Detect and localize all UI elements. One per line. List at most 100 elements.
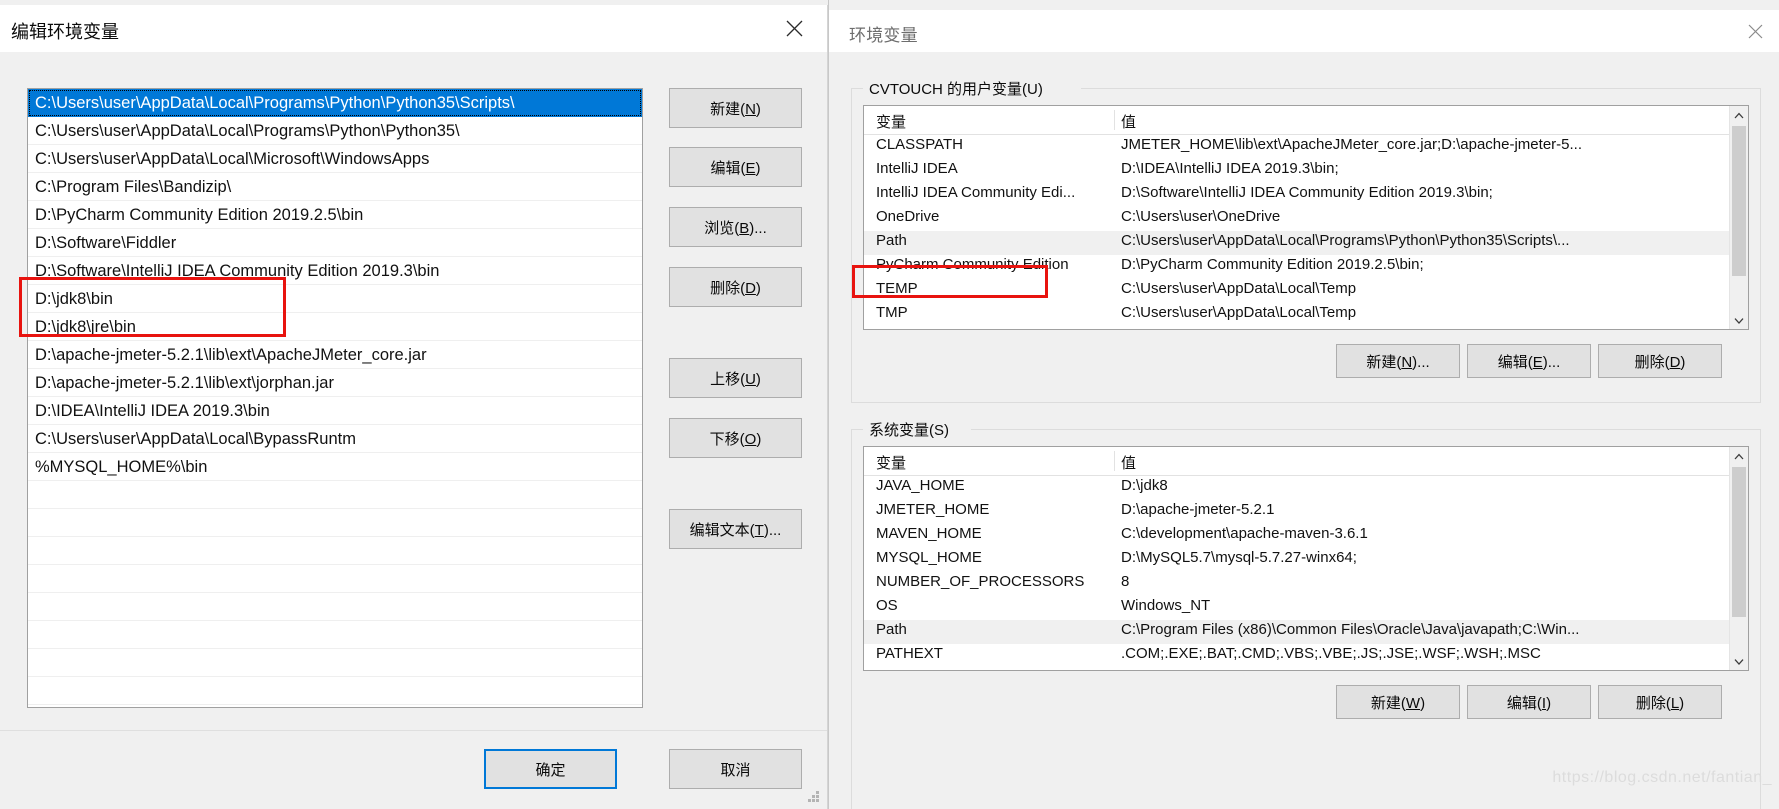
close-icon[interactable]: [1730, 10, 1779, 52]
table-row[interactable]: TMP C:\Users\user\AppData\Local\Temp: [864, 303, 1748, 327]
list-item[interactable]: D:\IDEA\IntelliJ IDEA 2019.3\bin: [28, 397, 642, 425]
system-delete-button-label: 删除(L): [1635, 694, 1685, 712]
edit-window-title: 编辑环境变量: [11, 22, 119, 42]
browse-button-label: 浏览(B)...: [704, 219, 767, 237]
table-row[interactable]: IntelliJ IDEA Community Edi... D:\Softwar…: [864, 183, 1748, 207]
system-delete-button[interactable]: 删除(L): [1598, 685, 1722, 719]
system-variable-name: NUMBER_OF_PROCESSORS: [876, 573, 1085, 590]
close-icon[interactable]: [771, 9, 817, 47]
user-variable-value: C:\Users\user\AppData\Local\Temp: [1121, 280, 1357, 297]
browse-button[interactable]: 浏览(B)...: [669, 207, 802, 247]
system-variable-value: .COM;.EXE;.BAT;.CMD;.VBS;.VBE;.JS;.JSE;.…: [1121, 645, 1541, 662]
list-item[interactable]: D:\apache-jmeter-5.2.1\lib\ext\ApacheJMe…: [28, 341, 642, 369]
system-variable-value: D:\jdk8: [1121, 477, 1168, 494]
system-variables-rows: JAVA_HOME D:\jdk8 JMETER_HOME D:\apache-jme…: [864, 476, 1748, 668]
list-item[interactable]: C:\Users\user\AppData\Local\Programs\Pyt…: [28, 89, 642, 117]
path-entries-list[interactable]: C:\Users\user\AppData\Local\Programs\Pyt…: [27, 88, 643, 708]
table-row[interactable]: OS Windows_NT: [864, 596, 1748, 620]
chevron-up-icon[interactable]: [1730, 447, 1748, 465]
delete-button-label: 删除(D): [710, 279, 761, 297]
table-row[interactable]: Path C:\Program Files (x86)\Common Files\…: [864, 620, 1748, 644]
system-col-variable[interactable]: 变量: [876, 452, 906, 473]
list-item[interactable]: C:\Users\user\AppData\Local\Programs\Pyt…: [28, 117, 642, 145]
list-item[interactable]: D:\jdk8\bin: [28, 285, 642, 313]
user-edit-button[interactable]: 编辑(E)...: [1467, 344, 1591, 378]
chevron-up-icon[interactable]: [1730, 106, 1748, 124]
list-item-empty[interactable]: [28, 509, 642, 537]
system-new-button[interactable]: 新建(W): [1336, 685, 1460, 719]
user-variables-table[interactable]: 变量 值 CLASSPATH JMETER_HOME\lib\ext\Apache…: [863, 105, 1749, 330]
system-variable-value: C:\development\apache-maven-3.6.1: [1121, 525, 1368, 542]
edit-text-button[interactable]: 编辑文本(T)...: [669, 509, 802, 549]
system-variable-value: D:\MySQL5.7\mysql-5.7.27-winx64;: [1121, 549, 1357, 566]
system-edit-button[interactable]: 编辑(I): [1467, 685, 1591, 719]
user-variables-table-header: 变量 值: [864, 106, 1748, 135]
system-edit-button-label: 编辑(I): [1506, 694, 1552, 712]
table-row[interactable]: JAVA_HOME D:\jdk8: [864, 476, 1748, 500]
list-item[interactable]: D:\PyCharm Community Edition 2019.2.5\bi…: [28, 201, 642, 229]
user-new-button[interactable]: 新建(N)...: [1336, 344, 1460, 378]
list-item[interactable]: D:\Software\Fiddler: [28, 229, 642, 257]
table-row[interactable]: IntelliJ IDEA D:\IDEA\IntelliJ IDEA 2019.…: [864, 159, 1748, 183]
table-row[interactable]: JMETER_HOME D:\apache-jmeter-5.2.1: [864, 500, 1748, 524]
user-variable-value: C:\Users\user\OneDrive: [1121, 208, 1281, 225]
cancel-button[interactable]: 取消: [669, 749, 802, 789]
list-item[interactable]: C:\Users\user\AppData\Local\BypassRuntm: [28, 425, 642, 453]
system-variable-value: C:\Program Files (x86)\Common Files\Orac…: [1121, 621, 1580, 638]
list-item[interactable]: D:\apache-jmeter-5.2.1\lib\ext\jorphan.j…: [28, 369, 642, 397]
table-row[interactable]: OneDrive C:\Users\user\OneDrive: [864, 207, 1748, 231]
table-row[interactable]: NUMBER_OF_PROCESSORS 8: [864, 572, 1748, 596]
table-row[interactable]: Path C:\Users\user\AppData\Local\Programs…: [864, 231, 1748, 255]
delete-button[interactable]: 删除(D): [669, 267, 802, 307]
system-scrollbar-thumb[interactable]: [1732, 467, 1746, 617]
system-col-value[interactable]: 值: [1121, 452, 1136, 473]
user-variables-group-label: CVTOUCH 的用户变量(U): [863, 78, 1049, 99]
system-variable-value: D:\apache-jmeter-5.2.1: [1121, 501, 1275, 518]
system-variable-name: OS: [876, 597, 898, 614]
table-row[interactable]: MAVEN_HOME C:\development\apache-maven-3.…: [864, 524, 1748, 548]
edit-titlebar: 编辑环境变量: [0, 5, 827, 52]
move-up-button[interactable]: 上移(U): [669, 358, 802, 398]
resize-grip[interactable]: [808, 791, 820, 803]
list-item[interactable]: C:\Program Files\Bandizip\: [28, 173, 642, 201]
user-variable-value: D:\PyCharm Community Edition 2019.2.5\bi…: [1121, 256, 1424, 273]
system-variables-table[interactable]: 变量 值 JAVA_HOME D:\jdk8 JMETER_HOME D:\apach…: [863, 446, 1749, 671]
table-row[interactable]: CLASSPATH JMETER_HOME\lib\ext\ApacheJMete…: [864, 135, 1748, 159]
env-window-body: CVTOUCH 的用户变量(U) 变量 值 CLASSPATH JMETER_HO…: [829, 52, 1779, 809]
new-button[interactable]: 新建(N): [669, 88, 802, 128]
list-item[interactable]: %MYSQL_HOME%\bin: [28, 453, 642, 481]
list-item[interactable]: C:\Users\user\AppData\Local\Microsoft\Wi…: [28, 145, 642, 173]
user-variable-name: PyCharm Community Edition: [876, 256, 1069, 273]
user-variables-group: CVTOUCH 的用户变量(U) 变量 值 CLASSPATH JMETER_HO…: [851, 78, 1761, 403]
chevron-down-icon[interactable]: [1730, 311, 1748, 329]
edit-button-label: 编辑(E): [710, 159, 761, 177]
list-item-empty[interactable]: [28, 537, 642, 565]
user-variables-scrollbar[interactable]: [1729, 106, 1748, 329]
user-variable-name: Path: [876, 232, 907, 249]
user-col-value[interactable]: 值: [1121, 111, 1136, 132]
list-item-empty[interactable]: [28, 621, 642, 649]
list-item-empty[interactable]: [28, 649, 642, 677]
table-row[interactable]: PyCharm Community Edition D:\PyCharm Comm…: [864, 255, 1748, 279]
table-row[interactable]: MYSQL_HOME D:\MySQL5.7\mysql-5.7.27-winx6…: [864, 548, 1748, 572]
list-item[interactable]: D:\jdk8\jre\bin: [28, 313, 642, 341]
system-new-button-label: 新建(W): [1370, 694, 1426, 712]
user-col-variable[interactable]: 变量: [876, 111, 906, 132]
list-item-empty[interactable]: [28, 565, 642, 593]
edit-text-button-label: 编辑文本(T)...: [689, 521, 782, 539]
user-delete-button[interactable]: 删除(D): [1598, 344, 1722, 378]
chevron-down-icon[interactable]: [1730, 652, 1748, 670]
system-variable-value: 8: [1121, 573, 1130, 590]
ok-button[interactable]: 确定: [484, 749, 617, 789]
move-down-button[interactable]: 下移(O): [669, 418, 802, 458]
user-scrollbar-thumb[interactable]: [1732, 126, 1746, 276]
system-variable-name: JAVA_HOME: [876, 477, 965, 494]
table-row[interactable]: TEMP C:\Users\user\AppData\Local\Temp: [864, 279, 1748, 303]
edit-button[interactable]: 编辑(E): [669, 147, 802, 187]
list-item-empty[interactable]: [28, 593, 642, 621]
list-item-empty[interactable]: [28, 481, 642, 509]
list-item-empty[interactable]: [28, 677, 642, 705]
system-variables-scrollbar[interactable]: [1729, 447, 1748, 670]
list-item[interactable]: D:\Software\IntelliJ IDEA Community Edit…: [28, 257, 642, 285]
table-row[interactable]: PATHEXT .COM;.EXE;.BAT;.CMD;.VBS;.VBE;.JS…: [864, 644, 1748, 668]
